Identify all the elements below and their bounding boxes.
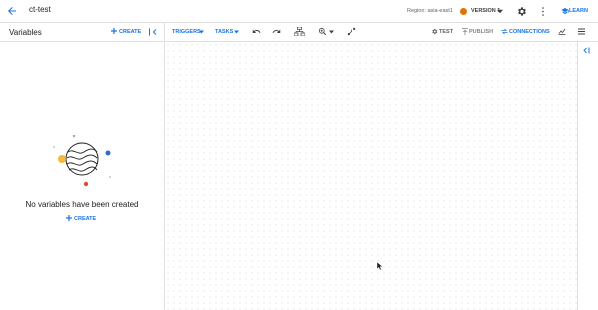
integration-title: ct-test <box>29 5 51 14</box>
chevron-down-icon[interactable] <box>329 30 334 34</box>
empty-state-message: No variables have been created <box>25 200 139 209</box>
chevron-down-icon[interactable] <box>199 30 204 34</box>
connections-button[interactable]: CONNECTIONS <box>509 29 550 35</box>
empty-create-variable-button[interactable]: CREATE <box>74 216 96 222</box>
empty-variables-illustration <box>50 132 114 192</box>
plus-icon[interactable] <box>111 28 117 34</box>
publish-icon[interactable] <box>462 28 468 35</box>
publish-button[interactable]: PUBLISH <box>469 29 493 35</box>
test-button[interactable]: TEST <box>439 29 453 35</box>
tasks-menu[interactable]: TASKS <box>215 29 233 35</box>
school-icon[interactable] <box>561 7 569 15</box>
redo-icon[interactable] <box>272 27 281 36</box>
connections-icon[interactable] <box>501 28 508 35</box>
top-bar <box>0 0 598 23</box>
plus-icon[interactable] <box>66 215 72 221</box>
variables-title: Variables <box>9 28 42 37</box>
zoom-icon[interactable] <box>318 27 327 36</box>
collapse-panel-icon[interactable] <box>149 28 158 36</box>
edge-tool-icon[interactable] <box>347 27 356 36</box>
create-variable-button[interactable]: CREATE <box>119 29 141 35</box>
auto-layout-icon[interactable] <box>294 27 305 36</box>
integration-canvas[interactable] <box>165 42 577 310</box>
version-selector[interactable]: VERSION 1 <box>471 8 500 14</box>
analytics-icon[interactable] <box>558 27 566 35</box>
region-label: Region: asia-east1 <box>407 8 453 14</box>
more-vert-icon[interactable] <box>540 6 546 17</box>
triggers-menu[interactable]: TRIGGERS <box>172 29 201 35</box>
chevron-down-icon[interactable] <box>234 30 239 34</box>
learn-button[interactable]: LEARN <box>569 8 588 14</box>
undo-icon[interactable] <box>252 27 261 36</box>
panel-divider <box>0 41 164 42</box>
expand-panel-icon[interactable] <box>583 47 590 54</box>
gear-icon[interactable] <box>516 6 527 17</box>
gear-icon[interactable] <box>431 28 438 35</box>
version-status-dot <box>460 8 467 15</box>
mouse-cursor-icon <box>377 262 383 271</box>
chevron-down-icon[interactable] <box>497 9 503 14</box>
back-arrow-icon[interactable] <box>6 5 18 17</box>
menu-icon[interactable] <box>578 28 585 35</box>
right-side-rail <box>577 42 598 310</box>
